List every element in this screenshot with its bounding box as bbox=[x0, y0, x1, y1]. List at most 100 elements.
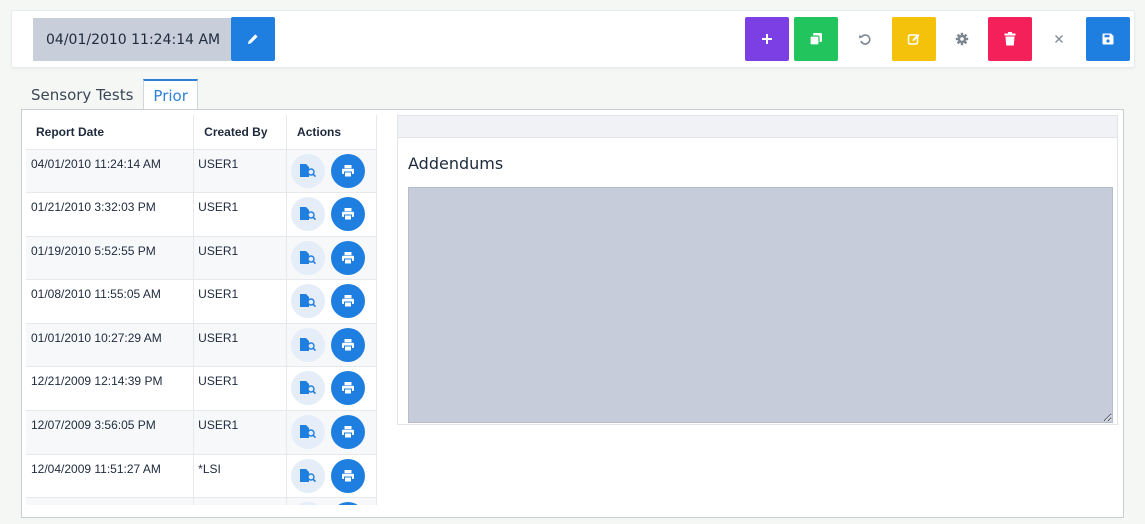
actions-cell bbox=[286, 236, 377, 281]
view-report-icon bbox=[300, 294, 317, 308]
actions-cell bbox=[286, 279, 377, 324]
trash-icon bbox=[1004, 32, 1016, 46]
view-report-button[interactable] bbox=[291, 197, 326, 232]
addendum-title: Addendums bbox=[408, 154, 504, 173]
view-report-button[interactable] bbox=[291, 240, 326, 275]
report-date-cell: 01/08/2010 11:55:05 AM bbox=[26, 279, 195, 324]
gear-icon bbox=[955, 32, 969, 46]
view-report-icon bbox=[300, 425, 317, 439]
tab-bar: Sensory Tests Prior bbox=[21, 79, 198, 110]
prior-panel: Report Date Created By Actions 04/01/201… bbox=[21, 109, 1124, 518]
view-report-button[interactable] bbox=[291, 371, 326, 406]
created-by-cell bbox=[193, 497, 288, 505]
top-toolbar: 04/01/2010 11:24:14 AM bbox=[11, 10, 1135, 68]
report-table: Report Date Created By Actions 04/01/201… bbox=[26, 115, 377, 505]
print-icon bbox=[342, 426, 355, 439]
print-button[interactable] bbox=[331, 284, 366, 319]
table-row[interactable]: 04/01/2010 11:24:14 AM USER1 bbox=[26, 149, 377, 194]
addendum-section: Addendums bbox=[397, 115, 1118, 425]
report-list[interactable]: Report Date Created By Actions 04/01/201… bbox=[26, 115, 377, 505]
view-report-button[interactable] bbox=[291, 458, 326, 493]
table-row[interactable]: 01/21/2010 3:32:03 PM USER1 bbox=[26, 192, 377, 237]
addendum-header-bar bbox=[398, 116, 1117, 138]
report-date-display: 04/01/2010 11:24:14 AM bbox=[33, 18, 231, 61]
print-icon bbox=[342, 208, 355, 221]
view-report-icon bbox=[300, 163, 317, 177]
add-button[interactable] bbox=[745, 17, 789, 61]
report-date-cell: 01/19/2010 5:52:55 PM bbox=[26, 236, 195, 281]
report-rows: 04/01/2010 11:24:14 AM USER1 01/21/2010 3:… bbox=[26, 149, 377, 505]
print-icon bbox=[342, 338, 355, 352]
table-row[interactable] bbox=[26, 497, 377, 505]
close-button[interactable] bbox=[1037, 17, 1081, 61]
table-row[interactable]: 01/08/2010 11:55:05 AM USER1 bbox=[26, 279, 377, 324]
print-button[interactable] bbox=[331, 197, 366, 232]
column-header-actions: Actions bbox=[286, 115, 377, 150]
print-icon bbox=[342, 251, 355, 265]
tab-sensory-tests[interactable]: Sensory Tests bbox=[21, 79, 143, 110]
table-row[interactable]: 12/21/2009 12:14:39 PM USER1 bbox=[26, 366, 377, 412]
print-button[interactable] bbox=[331, 371, 366, 406]
report-date-cell bbox=[26, 497, 195, 505]
print-button[interactable] bbox=[331, 502, 366, 505]
actions-cell bbox=[286, 454, 377, 499]
view-report-button[interactable] bbox=[291, 327, 326, 362]
created-by-cell: USER1 bbox=[193, 149, 288, 194]
edit-icon bbox=[907, 34, 920, 45]
created-by-cell: USER1 bbox=[193, 236, 288, 281]
report-date-cell: 12/07/2009 3:56:05 PM bbox=[26, 410, 195, 455]
report-date-value: 04/01/2010 11:24:14 AM bbox=[46, 31, 221, 48]
actions-cell bbox=[286, 149, 377, 194]
delete-button[interactable] bbox=[988, 17, 1032, 61]
view-report-icon bbox=[300, 381, 317, 395]
print-button[interactable] bbox=[331, 153, 366, 188]
report-date-cell: 12/04/2009 11:51:27 AM bbox=[26, 454, 195, 499]
view-report-icon bbox=[300, 468, 317, 482]
print-button[interactable] bbox=[331, 240, 366, 275]
print-button[interactable] bbox=[331, 327, 366, 362]
table-row[interactable]: 01/19/2010 5:52:55 PM USER1 bbox=[26, 236, 377, 281]
copy-button[interactable] bbox=[794, 17, 838, 61]
view-report-icon bbox=[300, 337, 317, 352]
save-icon bbox=[1102, 33, 1114, 45]
view-report-button[interactable] bbox=[291, 153, 326, 188]
report-date-cell: 04/01/2010 11:24:14 AM bbox=[26, 149, 195, 194]
table-row[interactable]: 12/04/2009 11:51:27 AM *LSI bbox=[26, 454, 377, 499]
view-report-button[interactable] bbox=[291, 502, 326, 505]
actions-cell bbox=[286, 497, 377, 505]
column-header-report-date: Report Date bbox=[26, 115, 195, 150]
report-date-cell: 01/21/2010 3:32:03 PM bbox=[26, 192, 195, 237]
created-by-cell: *LSI bbox=[193, 454, 288, 499]
created-by-cell: USER1 bbox=[193, 323, 288, 368]
view-report-icon bbox=[300, 250, 317, 264]
actions-cell bbox=[286, 323, 377, 368]
report-date-cell: 12/21/2009 12:14:39 PM bbox=[26, 366, 195, 412]
actions-cell bbox=[286, 410, 377, 455]
undo-icon bbox=[859, 34, 871, 45]
addendum-textarea[interactable] bbox=[408, 187, 1113, 423]
print-icon bbox=[342, 164, 355, 177]
created-by-cell: USER1 bbox=[193, 279, 288, 324]
column-header-created-by: Created By bbox=[193, 115, 288, 150]
copy-icon bbox=[809, 33, 822, 46]
undo-button[interactable] bbox=[843, 17, 887, 61]
view-report-button[interactable] bbox=[291, 284, 326, 319]
report-date-cell: 01/01/2010 10:27:29 AM bbox=[26, 323, 195, 368]
print-button[interactable] bbox=[331, 458, 366, 493]
table-row[interactable]: 12/07/2009 3:56:05 PM USER1 bbox=[26, 410, 377, 455]
plus-icon bbox=[762, 34, 772, 44]
view-report-button[interactable] bbox=[291, 415, 326, 450]
pencil-icon bbox=[248, 34, 258, 44]
settings-button[interactable] bbox=[940, 17, 984, 61]
edit-date-button[interactable] bbox=[231, 17, 275, 61]
tab-prior[interactable]: Prior bbox=[143, 79, 198, 110]
actions-cell bbox=[286, 192, 377, 237]
edit-button[interactable] bbox=[892, 17, 936, 61]
table-row[interactable]: 01/01/2010 10:27:29 AM USER1 bbox=[26, 323, 377, 368]
print-icon bbox=[342, 295, 355, 308]
print-icon bbox=[342, 469, 355, 483]
print-icon bbox=[342, 382, 355, 395]
actions-cell bbox=[286, 366, 377, 412]
print-button[interactable] bbox=[331, 415, 366, 450]
save-button[interactable] bbox=[1086, 17, 1130, 61]
